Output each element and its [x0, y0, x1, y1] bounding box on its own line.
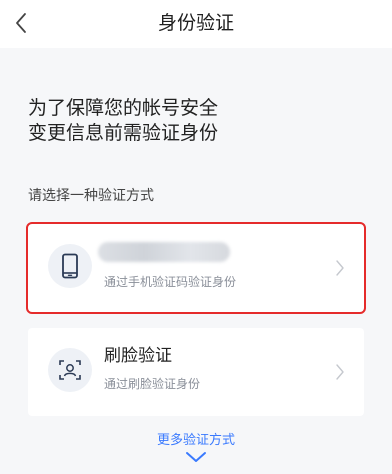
face-verification-option[interactable]: 刷脸验证 通过刷脸验证身份 — [28, 328, 364, 416]
page-title: 身份验证 — [157, 12, 234, 34]
masked-phone-number — [98, 242, 230, 262]
select-method-label: 请选择一种验证方式 — [28, 188, 154, 204]
chevron-right-icon — [336, 260, 344, 276]
chevron-right-icon — [336, 364, 344, 380]
top-bar: 身份验证 — [0, 0, 392, 48]
phone-verification-option[interactable]: 通过手机验证码验证身份 — [26, 222, 366, 314]
phone-icon-container — [48, 244, 92, 288]
face-icon-container — [48, 348, 92, 392]
more-verification-methods-link[interactable]: 更多验证方式 — [0, 432, 392, 450]
phone-icon — [62, 253, 78, 279]
face-verification-title: 刷脸验证 — [104, 346, 172, 366]
intro-line-2: 变更信息前需验证身份 — [28, 122, 219, 144]
intro-line-1: 为了保障您的帐号安全 — [28, 97, 219, 119]
phone-verification-subtitle: 通过手机验证码验证身份 — [104, 275, 237, 289]
intro-text: 为了保障您的帐号安全 变更信息前需验证身份 — [28, 96, 218, 146]
chevron-down-icon[interactable] — [185, 451, 207, 463]
face-verification-subtitle: 通过刷脸验证身份 — [104, 377, 201, 391]
face-scan-icon — [59, 360, 81, 380]
